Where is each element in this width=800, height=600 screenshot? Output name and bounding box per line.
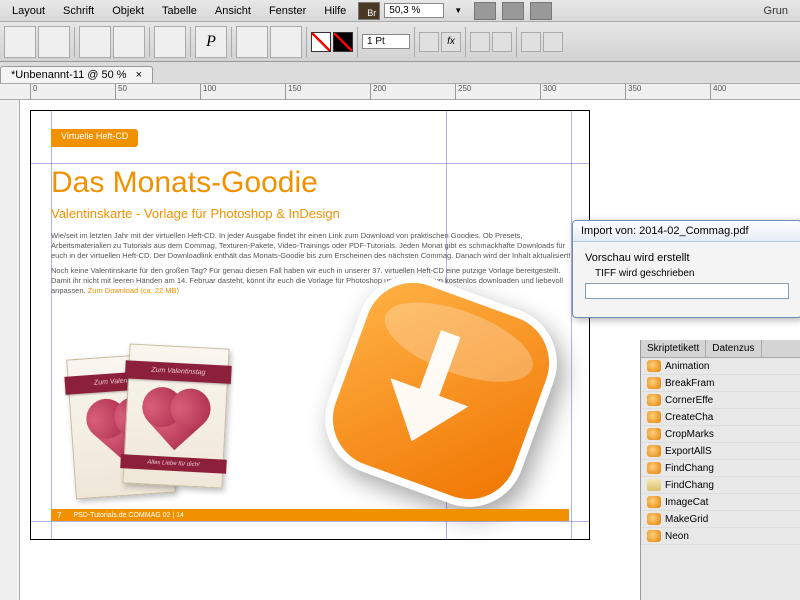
text-frame-icon[interactable] (470, 32, 490, 52)
zoom-field[interactable]: 50,3 % (384, 3, 444, 18)
rotate-field[interactable] (113, 26, 145, 58)
list-item[interactable]: ExportAllS (641, 443, 800, 460)
text-wrap-icon[interactable] (270, 26, 302, 58)
menu-tabelle[interactable]: Tabelle (154, 3, 205, 19)
menu-fenster[interactable]: Fenster (261, 3, 314, 19)
list-item[interactable]: FindChang (641, 460, 800, 477)
dialog-title: Import von: 2014-02_Commag.pdf (573, 221, 800, 242)
screen-mode-icon[interactable] (502, 2, 524, 20)
list-item[interactable]: CornerEffe (641, 392, 800, 409)
page-subtitle: Valentinskarte - Vorlage für Photoshop &… (51, 206, 340, 221)
menu-objekt[interactable]: Objekt (104, 3, 152, 19)
page-body: Wie/seit im letzten Jahr mit der virtuel… (51, 231, 571, 302)
fit-frame-icon[interactable] (492, 32, 512, 52)
folder-icon (647, 479, 661, 491)
progress-bar (585, 283, 789, 299)
tab-datenzus[interactable]: Datenzus (706, 340, 761, 357)
script-icon (647, 496, 661, 508)
align-icon[interactable] (236, 26, 268, 58)
arrange-icon[interactable] (530, 2, 552, 20)
script-icon (647, 530, 661, 542)
object-icon[interactable] (543, 32, 563, 52)
heart-icon (147, 394, 203, 450)
effects-icon[interactable] (419, 32, 439, 52)
char-format-icon[interactable]: P (195, 26, 227, 58)
list-item[interactable]: Neon (641, 528, 800, 545)
script-list[interactable]: Animation BreakFram CornerEffe CreateCha… (641, 358, 800, 545)
scale-field[interactable] (79, 26, 111, 58)
list-item[interactable]: CropMarks (641, 426, 800, 443)
fx-icon[interactable]: fx (441, 32, 461, 52)
menu-ansicht[interactable]: Ansicht (207, 3, 259, 19)
ruler-horizontal: 0 50 100 150 200 250 300 350 400 (0, 84, 800, 100)
menu-layout[interactable]: Layout (4, 3, 53, 19)
ruler-vertical (0, 100, 20, 600)
document-tabs: *Unbenannt-11 @ 50 % × (0, 62, 800, 84)
fill-swatch[interactable] (311, 32, 331, 52)
wh-field[interactable] (38, 26, 70, 58)
script-icon (647, 377, 661, 389)
menu-hilfe[interactable]: Hilfe (316, 3, 354, 19)
control-toolbar: P 1 Pt fx (0, 22, 800, 62)
script-icon (647, 394, 661, 406)
menu-bar: Layout Schrift Objekt Tabelle Ansicht Fe… (0, 0, 800, 22)
view-mode-icon[interactable] (474, 2, 496, 20)
page-title: Das Monats-Goodie (51, 166, 318, 200)
script-icon (647, 411, 661, 423)
stroke-swatch[interactable] (333, 32, 353, 52)
dialog-status-main: Vorschau wird erstellt (585, 252, 789, 264)
list-item[interactable]: FindChang (641, 477, 800, 494)
list-item[interactable]: MakeGrid (641, 511, 800, 528)
stroke-weight-field[interactable]: 1 Pt (362, 34, 410, 49)
script-icon (647, 360, 661, 372)
close-tab-icon[interactable]: × (136, 69, 142, 81)
script-icon (647, 428, 661, 440)
bridge-icon[interactable]: Br (358, 2, 380, 20)
page-header-tag: Virtuelle Heft-CD (51, 129, 138, 147)
list-item[interactable]: CreateCha (641, 409, 800, 426)
list-item[interactable]: Animation (641, 358, 800, 375)
script-icon (647, 445, 661, 457)
script-icon (647, 513, 661, 525)
download-link: Zum Download (ca. 22 MB) (88, 286, 179, 295)
flip-h-icon[interactable] (154, 26, 186, 58)
menu-schrift[interactable]: Schrift (55, 3, 102, 19)
scripts-panel: Skriptetikett Datenzus Animation BreakFr… (640, 340, 800, 600)
xy-field[interactable] (4, 26, 36, 58)
doc-tab[interactable]: *Unbenannt-11 @ 50 % × (0, 66, 153, 83)
workspace-label[interactable]: Grun (756, 3, 796, 19)
list-item[interactable]: ImageCat (641, 494, 800, 511)
tab-skriptetikett[interactable]: Skriptetikett (641, 340, 706, 357)
page[interactable]: Virtuelle Heft-CD Das Monats-Goodie Vale… (30, 110, 590, 540)
script-icon (647, 462, 661, 474)
page-footer: 7 PSD-Tutorials.de COMMAG 02 | 14 (51, 509, 569, 521)
import-dialog: Import von: 2014-02_Commag.pdf Vorschau … (572, 220, 800, 318)
list-item[interactable]: BreakFram (641, 375, 800, 392)
dialog-status-sub: TIFF wird geschrieben (595, 268, 789, 279)
valentine-cards: Zum Valentin… Zum Valentinstag Alles Lie… (71, 346, 251, 506)
crop-icon[interactable] (521, 32, 541, 52)
